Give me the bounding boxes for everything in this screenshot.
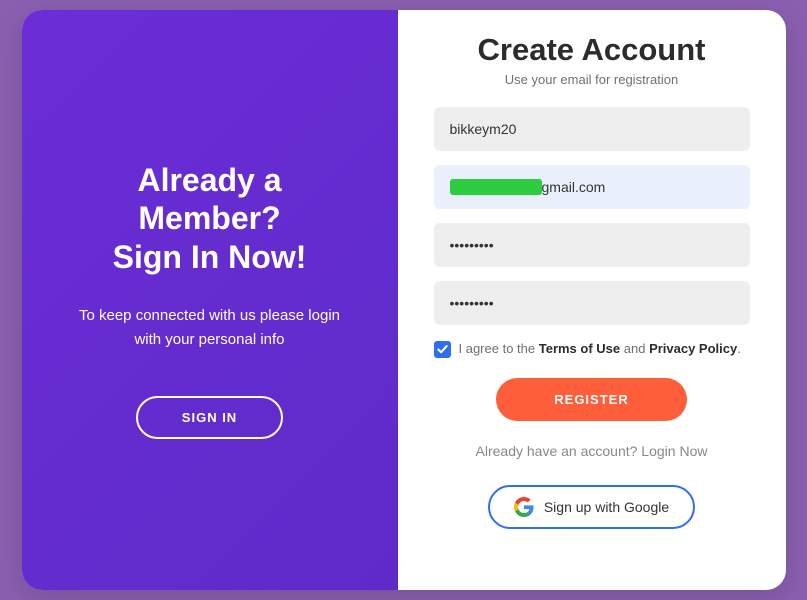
register-title: Create Account bbox=[478, 32, 706, 68]
terms-mid: and bbox=[620, 341, 649, 356]
google-icon bbox=[514, 497, 534, 517]
email-field-wrap bbox=[434, 165, 750, 223]
register-subtitle: Use your email for registration bbox=[505, 72, 678, 87]
login-now-link[interactable]: Already have an account? Login Now bbox=[476, 443, 708, 459]
signin-button[interactable]: SIGN IN bbox=[136, 396, 283, 439]
google-signup-label: Sign up with Google bbox=[544, 499, 669, 515]
promo-desc-line: with your personal info bbox=[134, 331, 284, 348]
promo-desc-line: To keep connected with us please login bbox=[79, 307, 340, 324]
terms-prefix: I agree to the bbox=[459, 341, 539, 356]
promo-title-line: Already a bbox=[137, 162, 281, 198]
promo-title-line: Member? bbox=[138, 200, 280, 236]
promo-title-line: Sign In Now! bbox=[113, 239, 307, 275]
google-signup-button[interactable]: Sign up with Google bbox=[488, 485, 695, 529]
terms-suffix: . bbox=[737, 341, 741, 356]
register-button[interactable]: REGISTER bbox=[496, 378, 686, 421]
auth-card: Already a Member? Sign In Now! To keep c… bbox=[22, 10, 786, 590]
confirm-password-input[interactable] bbox=[434, 281, 750, 325]
promo-title: Already a Member? Sign In Now! bbox=[113, 161, 307, 276]
promo-description: To keep connected with us please login w… bbox=[73, 304, 346, 352]
password-input[interactable] bbox=[434, 223, 750, 267]
privacy-policy-link[interactable]: Privacy Policy bbox=[649, 341, 737, 356]
name-input[interactable] bbox=[434, 107, 750, 151]
register-panel: Create Account Use your email for regist… bbox=[398, 10, 786, 590]
redaction-overlay bbox=[450, 179, 542, 195]
terms-text: I agree to the Terms of Use and Privacy … bbox=[459, 339, 750, 360]
terms-checkbox[interactable] bbox=[434, 341, 451, 358]
already-have-account: Already have an account? Login Now bbox=[476, 443, 708, 461]
terms-of-use-link[interactable]: Terms of Use bbox=[539, 341, 620, 356]
terms-row: I agree to the Terms of Use and Privacy … bbox=[434, 339, 750, 360]
signin-promo-panel: Already a Member? Sign In Now! To keep c… bbox=[22, 10, 398, 590]
check-icon bbox=[437, 344, 448, 355]
